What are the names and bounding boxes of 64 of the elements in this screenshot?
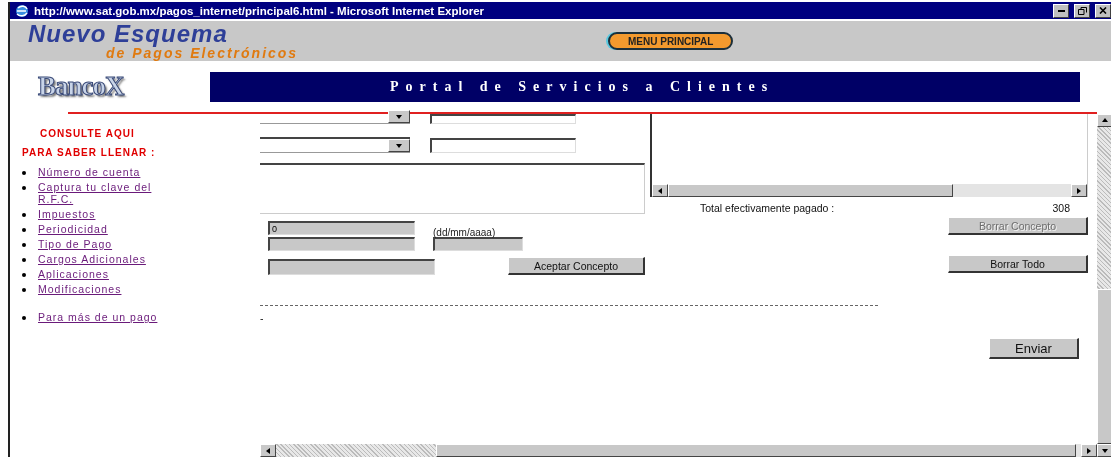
date-field[interactable]	[433, 237, 523, 251]
restore-icon	[1077, 6, 1087, 15]
help-link[interactable]: Aplicaciones	[38, 268, 183, 280]
scroll-down-button[interactable]	[1097, 444, 1111, 457]
close-button[interactable]	[1095, 3, 1111, 18]
scroll-right-button[interactable]	[1071, 184, 1087, 197]
window-title: http://www.sat.gob.mx/pagos_internet/principal6.html - Microsoft Internet Explorer	[34, 4, 486, 17]
logo-title: Nuevo Esquema	[28, 21, 228, 46]
select-field[interactable]	[260, 137, 410, 153]
close-icon	[1099, 7, 1107, 14]
portal-banner: Portal de Servicios a Clientes	[210, 71, 1080, 102]
input-field[interactable]	[268, 259, 435, 275]
text-area[interactable]	[260, 163, 645, 214]
input-field[interactable]	[268, 237, 415, 251]
sidebar-heading: CONSULTE AQUI	[39, 128, 136, 139]
total-label: Total efectivamente pagado :	[700, 202, 835, 214]
scroll-right-button[interactable]	[1081, 444, 1097, 457]
help-link[interactable]: Tipo de Pago	[38, 238, 183, 250]
bullet-icon	[22, 273, 26, 277]
scrollbar-thumb[interactable]	[668, 184, 953, 197]
dash-mark: -	[260, 312, 264, 324]
help-link[interactable]: Para más de un pago	[38, 311, 183, 323]
right-triangle-icon	[1076, 186, 1082, 195]
left-triangle-icon	[265, 446, 271, 455]
minimize-icon	[1057, 9, 1065, 12]
delete-all-button[interactable]: Borrar Todo	[948, 255, 1088, 273]
bullet-icon	[22, 258, 26, 262]
right-triangle-icon	[1086, 446, 1092, 455]
scrollbar-thumb[interactable]	[436, 444, 1076, 457]
help-link[interactable]: Captura tu clave del R.F.C.	[38, 181, 183, 205]
left-triangle-icon	[657, 186, 663, 195]
help-link[interactable]: Modificaciones	[38, 283, 183, 295]
total-value: 308	[1052, 202, 1070, 214]
restore-button[interactable]	[1074, 3, 1090, 18]
menu-button[interactable]: MENU PRINCIPAL	[608, 32, 734, 50]
help-link[interactable]: Periodicidad	[38, 223, 183, 235]
sidebar-subheading: PARA SABER LLENAR :	[22, 147, 157, 158]
input-field[interactable]	[430, 114, 576, 124]
bullet-icon	[22, 243, 26, 247]
up-triangle-icon	[1101, 117, 1109, 124]
amount-field[interactable]: 0	[268, 221, 415, 235]
bullet-icon	[22, 171, 26, 175]
scroll-left-button[interactable]	[652, 184, 668, 197]
bullet-icon	[22, 288, 26, 292]
help-link[interactable]: Número de cuenta	[38, 166, 183, 178]
scrollbar-thumb[interactable]	[1097, 289, 1111, 444]
date-hint: (dd/mm/aaaa)	[433, 227, 496, 238]
minimize-button[interactable]	[1053, 3, 1069, 18]
help-link[interactable]: Cargos Adicionales	[38, 253, 183, 265]
bullet-icon	[22, 228, 26, 232]
scroll-up-button[interactable]	[1097, 114, 1111, 127]
bank-logo: BancoX	[37, 71, 126, 102]
send-button[interactable]: Enviar	[989, 338, 1079, 359]
accept-button[interactable]: Aceptar Concepto	[508, 257, 645, 275]
bullet-icon	[22, 316, 26, 320]
bullet-icon	[22, 186, 26, 190]
help-link[interactable]: Impuestos	[38, 208, 183, 220]
dropdown-arrow-icon	[395, 142, 403, 149]
bullet-icon	[22, 213, 26, 217]
down-triangle-icon	[1101, 447, 1109, 454]
browser-icon	[14, 3, 30, 18]
input-field[interactable]	[430, 138, 576, 153]
scroll-left-button[interactable]	[260, 444, 276, 457]
dropdown-arrow-icon	[395, 113, 403, 120]
